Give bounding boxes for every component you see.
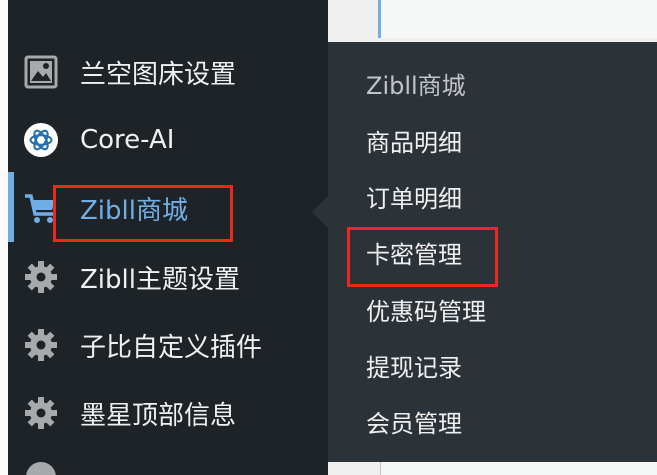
gear-icon — [23, 327, 59, 363]
sidebar-item-zibi-custom-plugin[interactable]: 子比自定义插件 — [8, 317, 328, 373]
content-panel — [378, 0, 657, 38]
submenu-pointer — [312, 196, 328, 228]
sidebar-item-label: 兰空图床设置 — [80, 59, 237, 90]
submenu-item-order-details[interactable]: 订单明细 — [366, 179, 462, 214]
submenu-flyout: Zibll商城 商品明细 订单明细 卡密管理 优惠码管理 提现记录 会员管理 — [328, 42, 657, 462]
submenu-item-withdrawal-records[interactable]: 提现记录 — [366, 348, 462, 383]
sidebar-item-moxing-top-info[interactable]: 墨星顶部信息 — [8, 385, 328, 441]
sidebar-item-label: 子比自定义插件 — [80, 332, 263, 363]
sidebar-item-label: Zibll主题设置 — [80, 264, 240, 295]
submenu-item-coupon-management[interactable]: 优惠码管理 — [366, 292, 486, 327]
content-area-top — [328, 0, 657, 42]
highlight-box-card-key — [347, 227, 498, 287]
content-area-bottom — [328, 462, 657, 475]
submenu-item-member-management[interactable]: 会员管理 — [366, 404, 462, 439]
gear-icon — [23, 259, 59, 295]
partial-circle-icon — [26, 462, 56, 475]
openai-icon — [23, 122, 59, 158]
sidebar-item-label: Core-AI — [80, 125, 175, 155]
admin-sidebar: 兰空图床设置 Core-AI Zibll商城 Zibll主题设置 子比自定义插件… — [8, 0, 328, 475]
sidebar-item-core-ai[interactable]: Core-AI — [8, 112, 328, 168]
content-panel-bottom — [380, 462, 657, 475]
submenu-item-product-details[interactable]: 商品明细 — [366, 123, 462, 158]
highlight-box-zibll-shop — [53, 185, 233, 242]
sidebar-item-zibll-theme-settings[interactable]: Zibll主题设置 — [8, 249, 328, 305]
sidebar-item-partial[interactable] — [26, 462, 56, 475]
sidebar-item-label: 墨星顶部信息 — [80, 400, 237, 431]
left-page-edge — [0, 0, 8, 475]
sidebar-item-lsky-settings[interactable]: 兰空图床设置 — [8, 44, 328, 100]
image-icon — [23, 54, 59, 90]
submenu-item-zibll-shop[interactable]: Zibll商城 — [366, 66, 466, 101]
gear-icon — [23, 395, 59, 431]
